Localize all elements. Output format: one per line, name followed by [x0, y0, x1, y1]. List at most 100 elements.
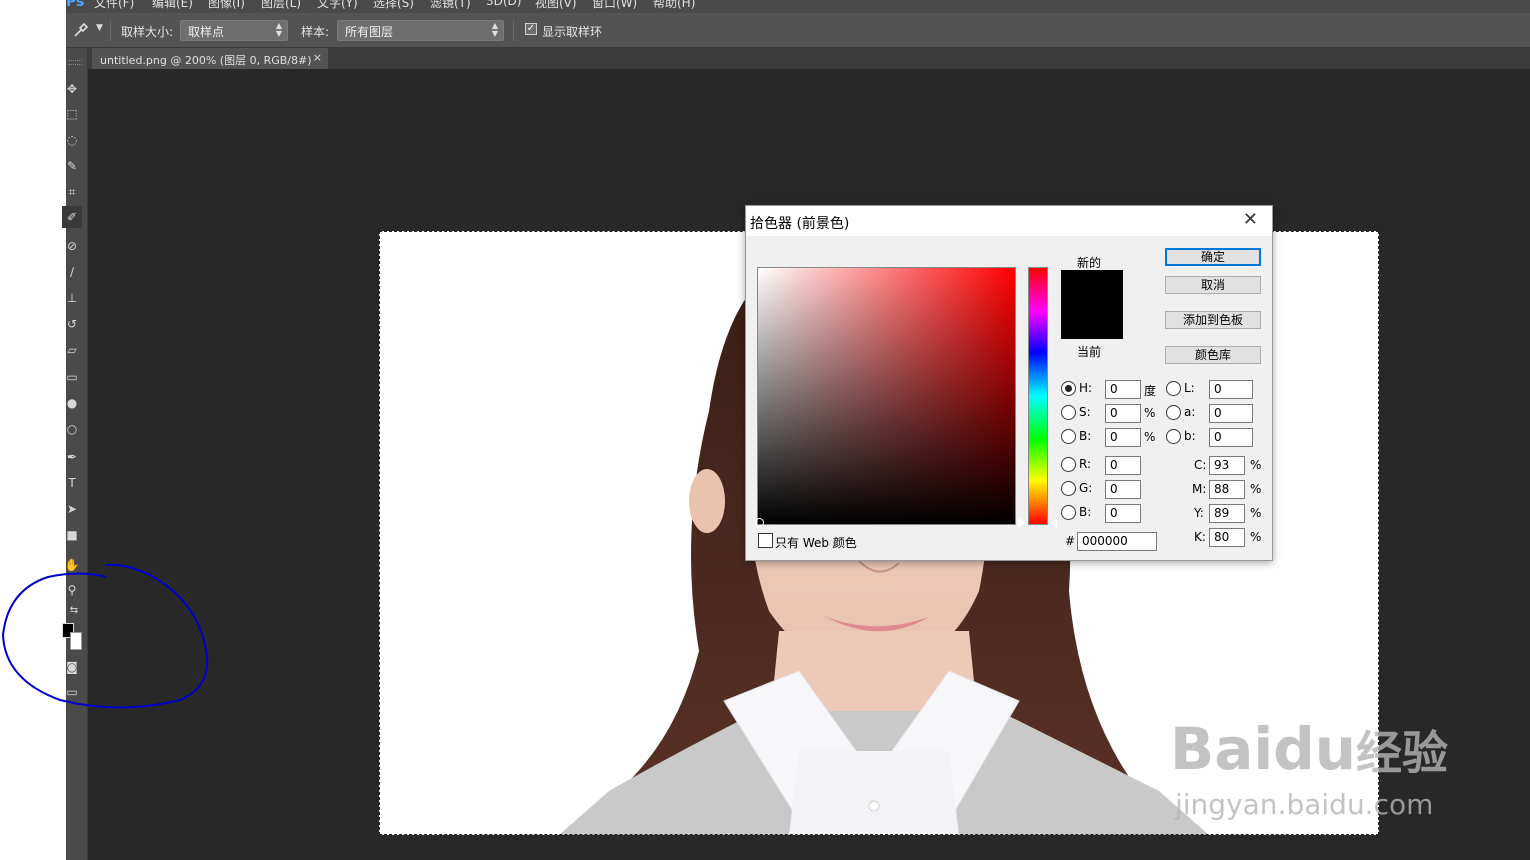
sample-value: 所有图层: [345, 25, 394, 39]
gradient-icon[interactable]: ▭: [62, 366, 82, 388]
options-bar: ▼ 取样大小: 取样点 ▲ ▼ 样本: 所有图层 ▲ ▼ ✓ 显示取样环: [66, 13, 1530, 48]
lab-a-radio[interactable]: [1166, 405, 1181, 420]
eyedropper-tool-icon[interactable]: ✐: [62, 206, 82, 228]
brush-icon[interactable]: ∕: [62, 261, 82, 283]
cyan-label: C:: [1194, 458, 1207, 472]
marquee-icon[interactable]: ⬚: [62, 103, 82, 125]
yellow-input[interactable]: 89: [1209, 504, 1245, 523]
select-arrows-icon: ▲ ▼: [275, 21, 282, 38]
menu-layer[interactable]: 图层(L): [261, 0, 301, 11]
hex-label: #: [1065, 534, 1076, 548]
toolbox-grip[interactable]: [68, 60, 82, 65]
lasso-icon[interactable]: ◌: [62, 129, 82, 151]
add-to-swatches-button[interactable]: 添加到色板: [1165, 311, 1261, 329]
brightness-label: B:: [1079, 429, 1092, 443]
menu-bar: Ps 文件(F) 编辑(E) 图像(I) 图层(L) 文字(Y) 选择(S) 滤…: [66, 0, 1530, 13]
close-tab-icon[interactable]: ×: [313, 51, 322, 64]
close-icon[interactable]: ✕: [1243, 209, 1258, 230]
crop-icon[interactable]: ⌗: [62, 181, 82, 203]
saturation-radio[interactable]: [1061, 405, 1076, 420]
ok-button[interactable]: 确定: [1165, 248, 1261, 266]
dodge-icon[interactable]: ○: [62, 418, 82, 440]
left-margin: [0, 0, 66, 860]
saturation-brightness-field[interactable]: [757, 267, 1016, 525]
tool-preset-caret-icon[interactable]: ▼: [96, 23, 103, 33]
menu-file[interactable]: 文件(F): [94, 0, 134, 11]
color-field-cursor[interactable]: [755, 518, 764, 527]
hue-radio[interactable]: [1061, 381, 1076, 396]
hue-slider[interactable]: [1028, 267, 1048, 525]
hue-input[interactable]: 0: [1105, 380, 1141, 399]
lab-a-input[interactable]: 0: [1209, 404, 1253, 423]
annotation-circle: [1, 563, 209, 709]
brightness-radio[interactable]: [1061, 429, 1076, 444]
clone-stamp-icon[interactable]: ⊥: [62, 287, 82, 309]
color-picker-dialog: 拾色器 (前景色) ✕ 新的 当前 确定 取消 添加到色板 颜色库 H: 0 度…: [745, 205, 1273, 561]
hue-slider-left-arrow-icon[interactable]: [1018, 518, 1026, 528]
blue-radio[interactable]: [1061, 505, 1076, 520]
red-radio[interactable]: [1061, 457, 1076, 472]
watermark-url: jingyan.baidu.com: [1175, 788, 1434, 821]
watermark-brand: Baidu经验: [1170, 715, 1448, 783]
black-input[interactable]: 80: [1209, 528, 1245, 547]
healing-brush-icon[interactable]: ⊘: [62, 235, 82, 257]
history-brush-icon[interactable]: ↺: [62, 313, 82, 335]
menu-help[interactable]: 帮助(H): [653, 0, 695, 11]
red-label: R:: [1079, 457, 1092, 471]
document-tab-bar: untitled.png @ 200% (图层 0, RGB/8#) ×: [88, 48, 1530, 69]
brightness-unit: %: [1144, 430, 1156, 444]
sample-size-select[interactable]: 取样点 ▲ ▼: [180, 20, 288, 41]
magenta-label: M:: [1192, 482, 1207, 496]
lab-b-label: b:: [1184, 429, 1196, 443]
hue-label: H:: [1079, 381, 1093, 395]
hue-slider-right-arrow-icon[interactable]: [1049, 518, 1057, 528]
green-input[interactable]: 0: [1105, 480, 1141, 499]
pen-icon[interactable]: ✒: [62, 446, 82, 468]
cancel-button[interactable]: 取消: [1165, 276, 1261, 294]
blue-input[interactable]: 0: [1105, 504, 1141, 523]
photoshop-window: Ps 文件(F) 编辑(E) 图像(I) 图层(L) 文字(Y) 选择(S) 滤…: [0, 0, 1530, 860]
eyedropper-icon[interactable]: [72, 21, 92, 39]
select-arrows-icon: ▲ ▼: [491, 21, 498, 38]
sample-select[interactable]: 所有图层 ▲ ▼: [337, 20, 504, 41]
show-ring-checkbox[interactable]: ✓: [525, 23, 537, 35]
lab-l-input[interactable]: 0: [1209, 380, 1253, 399]
black-label: K:: [1194, 530, 1206, 544]
eraser-icon[interactable]: ▱: [62, 339, 82, 361]
menu-image[interactable]: 图像(I): [208, 0, 245, 11]
lab-l-radio[interactable]: [1166, 381, 1181, 396]
menu-edit[interactable]: 编辑(E): [152, 0, 193, 11]
watermark-brand-cn: 经验: [1356, 726, 1449, 780]
cyan-input[interactable]: 93: [1209, 456, 1245, 475]
color-libraries-button[interactable]: 颜色库: [1165, 346, 1261, 364]
document-tab[interactable]: untitled.png @ 200% (图层 0, RGB/8#) ×: [92, 48, 328, 69]
path-select-icon[interactable]: ➤: [62, 498, 82, 520]
rectangle-icon[interactable]: ■: [62, 524, 82, 546]
saturation-label: S:: [1079, 405, 1091, 419]
brightness-input[interactable]: 0: [1105, 428, 1141, 447]
magenta-input[interactable]: 88: [1209, 480, 1245, 499]
current-color-label: 当前: [1077, 345, 1102, 359]
hue-unit: 度: [1144, 384, 1157, 398]
web-colors-only-checkbox[interactable]: [758, 533, 773, 548]
lab-b-radio[interactable]: [1166, 429, 1181, 444]
menu-view[interactable]: 视图(V): [535, 0, 577, 11]
menu-filter[interactable]: 滤镜(T): [430, 0, 471, 11]
yellow-unit: %: [1250, 506, 1262, 520]
red-input[interactable]: 0: [1105, 456, 1141, 475]
current-color-preview[interactable]: [1061, 305, 1123, 339]
green-radio[interactable]: [1061, 481, 1076, 496]
type-icon[interactable]: T: [62, 472, 82, 494]
menu-3d[interactable]: 3D(D): [486, 0, 521, 8]
hex-input[interactable]: 000000: [1077, 532, 1157, 551]
saturation-input[interactable]: 0: [1105, 404, 1141, 423]
menu-select[interactable]: 选择(S): [373, 0, 414, 11]
blur-icon[interactable]: ●: [62, 392, 82, 414]
move-icon[interactable]: ✥: [62, 78, 82, 100]
lab-b-input[interactable]: 0: [1209, 428, 1253, 447]
lab-a-label: a:: [1184, 405, 1196, 419]
menu-type[interactable]: 文字(Y): [317, 0, 358, 11]
quick-select-icon[interactable]: ✎: [62, 155, 82, 177]
menu-window[interactable]: 窗口(W): [592, 0, 637, 11]
lab-l-label: L:: [1184, 381, 1195, 395]
